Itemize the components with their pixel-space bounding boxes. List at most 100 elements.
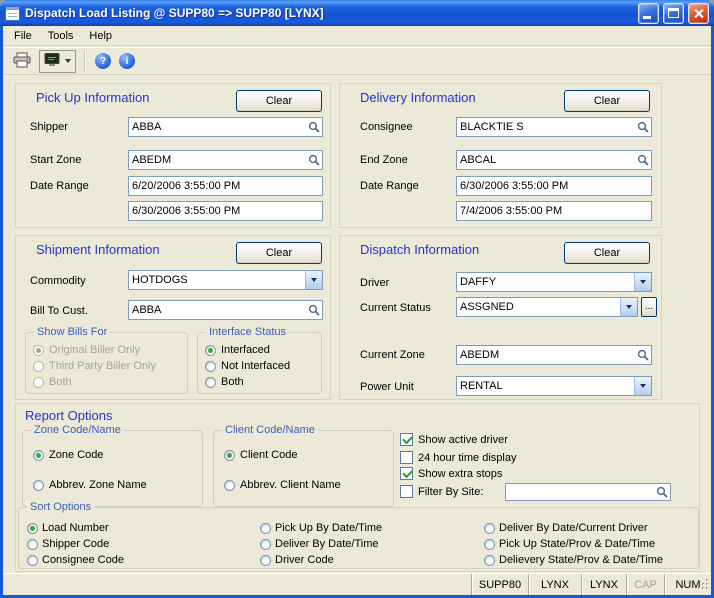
radio-original-biller-only[interactable] (33, 345, 44, 356)
radio-interfaced[interactable] (205, 345, 216, 356)
current-status-input[interactable] (457, 301, 620, 313)
current-status-label: Current Status (360, 302, 431, 314)
radio-load-number[interactable] (27, 523, 38, 534)
status-bar: SUPP80 LYNX LYNX CAP NUM (3, 573, 711, 595)
driver-input[interactable] (457, 276, 634, 288)
consignee-lookup-magnifier-icon[interactable] (635, 119, 651, 135)
current-status-combobox[interactable] (456, 297, 638, 317)
shipper-input[interactable] (129, 121, 306, 133)
checkbox-label: Show extra stops (418, 468, 502, 480)
print-icon (13, 52, 31, 71)
info-ball-icon[interactable]: i (119, 53, 135, 69)
commodity-combobox[interactable] (128, 270, 323, 290)
delivery-clear-button[interactable]: Clear (564, 90, 650, 112)
current-zone-input[interactable] (457, 349, 635, 361)
filter-by-site-field[interactable] (505, 483, 671, 501)
radio-driver-code[interactable] (260, 555, 271, 566)
filter-by-site-input[interactable] (506, 486, 654, 498)
radio-label: Not Interfaced (221, 360, 290, 372)
filter-site-lookup-magnifier-icon[interactable] (654, 484, 670, 500)
radio-delivery-state-prov-date-time[interactable] (484, 555, 495, 566)
radio-bills-both[interactable] (33, 377, 44, 388)
checkbox-24-hour-time-display[interactable] (400, 451, 413, 464)
pickup-date-to-input[interactable] (129, 205, 322, 217)
shipper-field[interactable] (128, 117, 323, 137)
delivery-date-from-field[interactable] (456, 176, 652, 196)
power-unit-dropdown-button[interactable] (634, 377, 651, 395)
start-zone-lookup-magnifier-icon[interactable] (306, 152, 322, 168)
delivery-date-to-input[interactable] (457, 205, 651, 217)
pickup-section-title: Pick Up Information (36, 90, 149, 105)
resize-grip[interactable] (697, 578, 710, 594)
radio-client-code[interactable] (224, 450, 235, 461)
radio-consignee-code[interactable] (27, 555, 38, 566)
dropdown-arrow-icon (311, 278, 317, 282)
end-zone-input[interactable] (457, 154, 635, 166)
client-code-name-group: Client Code/Name Client Code Abbrev. Cli… (213, 430, 394, 507)
start-zone-label: Start Zone (30, 154, 81, 166)
statusbar-user-panel: LYNX (528, 574, 581, 595)
dropdown-arrow-icon (640, 280, 646, 284)
checkbox-show-active-driver[interactable] (400, 433, 413, 446)
radio-label: Both (49, 376, 72, 388)
radio-shipper-code[interactable] (27, 539, 38, 550)
radio-deliver-by-date-current-driver[interactable] (484, 523, 495, 534)
current-status-dropdown-button[interactable] (620, 298, 637, 316)
minimize-icon (643, 16, 651, 19)
pickup-date-to-field[interactable] (128, 201, 323, 221)
driver-dropdown-button[interactable] (634, 273, 651, 291)
radio-pick-up-state-prov-date-time[interactable] (484, 539, 495, 550)
shipper-label: Shipper (30, 121, 68, 133)
start-zone-field[interactable] (128, 150, 323, 170)
checkbox-filter-by-site[interactable] (400, 485, 413, 498)
radio-interface-both[interactable] (205, 377, 216, 388)
radio-zone-code[interactable] (33, 450, 44, 461)
preview-split-button[interactable] (39, 50, 76, 73)
power-unit-input[interactable] (457, 380, 634, 392)
radio-abbrev-client-name[interactable] (224, 480, 235, 491)
shipper-lookup-magnifier-icon[interactable] (306, 119, 322, 135)
commodity-input[interactable] (129, 274, 305, 286)
consignee-field[interactable] (456, 117, 652, 137)
radio-not-interfaced[interactable] (205, 361, 216, 372)
bill-to-input[interactable] (129, 304, 306, 316)
checkbox-show-extra-stops[interactable] (400, 467, 413, 480)
end-zone-field[interactable] (456, 150, 652, 170)
current-zone-lookup-magnifier-icon[interactable] (635, 347, 651, 363)
show-bills-for-title: Show Bills For (34, 326, 110, 338)
minimize-button[interactable] (638, 3, 659, 24)
delivery-date-to-field[interactable] (456, 201, 652, 221)
radio-abbrev-zone-name[interactable] (33, 480, 44, 491)
shipment-clear-button[interactable]: Clear (236, 242, 322, 264)
radio-deliver-by-date-time[interactable] (260, 539, 271, 550)
power-unit-combobox[interactable] (456, 376, 652, 396)
maximize-button[interactable] (663, 3, 684, 24)
app-window: Dispatch Load Listing @ SUPP80 => SUPP80… (0, 0, 714, 598)
bill-to-lookup-magnifier-icon[interactable] (306, 302, 322, 318)
pickup-clear-button[interactable]: Clear (236, 90, 322, 112)
menu-help[interactable]: Help (81, 28, 120, 44)
maximize-icon (668, 8, 679, 18)
commodity-dropdown-button[interactable] (305, 271, 322, 289)
dispatch-clear-button[interactable]: Clear (564, 242, 650, 264)
radio-third-party-biller-only[interactable] (33, 361, 44, 372)
help-ball-icon[interactable]: ? (95, 53, 111, 69)
pickup-date-from-field[interactable] (128, 176, 323, 196)
consignee-input[interactable] (457, 121, 635, 133)
bill-to-field[interactable] (128, 300, 323, 320)
end-zone-lookup-magnifier-icon[interactable] (635, 152, 651, 168)
close-button[interactable] (688, 3, 709, 24)
start-zone-input[interactable] (129, 154, 306, 166)
current-zone-field[interactable] (456, 345, 652, 365)
pickup-date-from-input[interactable] (129, 180, 322, 192)
radio-pick-up-by-date-time[interactable] (260, 523, 271, 534)
driver-combobox[interactable] (456, 272, 652, 292)
menu-tools[interactable]: Tools (40, 28, 82, 44)
statusbar-message-panel (3, 574, 471, 595)
menu-file[interactable]: File (6, 28, 40, 44)
dropdown-arrow-icon (626, 305, 632, 309)
delivery-date-from-input[interactable] (457, 180, 651, 192)
print-button[interactable] (9, 49, 35, 73)
radio-label: Zone Code (49, 449, 103, 461)
current-status-more-button[interactable]: ... (641, 297, 657, 317)
